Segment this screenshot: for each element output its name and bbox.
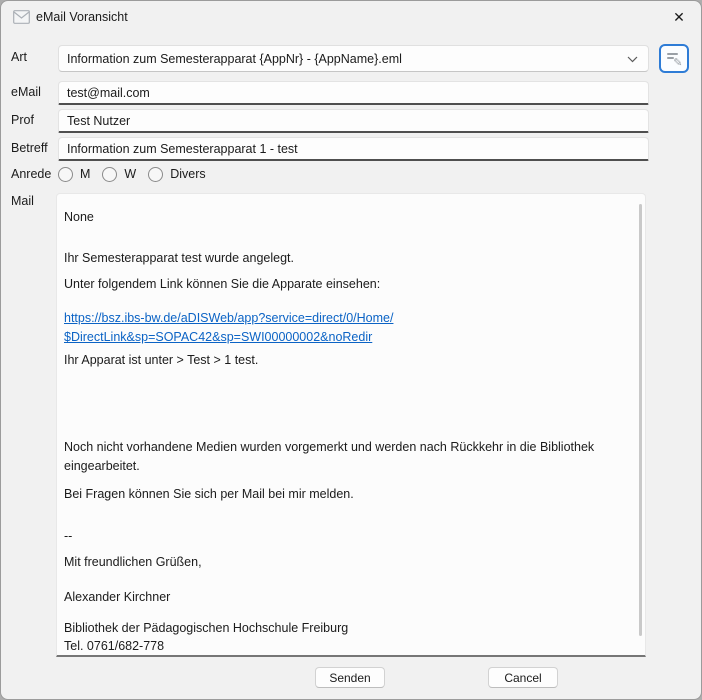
mail-paragraph-pending: Noch nicht vorhandene Medien wurden vorg… xyxy=(64,438,631,476)
chevron-down-icon xyxy=(627,56,638,63)
mail-scrollbar[interactable] xyxy=(639,204,642,636)
edit-template-button[interactable]: ✎ xyxy=(659,44,689,73)
email-label: eMail xyxy=(11,85,41,99)
mail-paragraph-created: Ihr Semesterapparat test wurde angelegt. xyxy=(64,249,631,268)
anrede-radio-group: M W Divers xyxy=(58,165,206,183)
anrede-label: Anrede xyxy=(11,167,51,181)
mail-label: Mail xyxy=(11,194,34,208)
radio-option-m[interactable]: M xyxy=(58,167,90,182)
window-title: eMail Voransicht xyxy=(36,10,128,24)
betreff-label: Betreff xyxy=(11,141,48,155)
art-label: Art xyxy=(11,50,27,64)
mail-paragraph-greeting: Mit freundlichen Grüßen, xyxy=(64,553,631,572)
radio-option-divers[interactable]: Divers xyxy=(148,167,205,182)
radio-w-label: W xyxy=(124,167,136,181)
radio-option-w[interactable]: W xyxy=(102,167,136,182)
cancel-button[interactable]: Cancel xyxy=(488,667,558,688)
mail-paragraph-location: Ihr Apparat ist unter > Test > 1 test. xyxy=(64,351,631,370)
mail-paragraph-link: https://bsz.ibs-bw.de/aDISWeb/app?servic… xyxy=(64,309,631,347)
prof-label: Prof xyxy=(11,113,34,127)
mail-paragraph-link-intro: Unter folgendem Link können Sie die Appa… xyxy=(64,275,631,294)
mail-body-preview[interactable]: None Ihr Semesterapparat test wurde ange… xyxy=(56,193,646,657)
email-input[interactable] xyxy=(58,81,649,105)
template-combobox[interactable]: Information zum Semesterapparat {AppNr} … xyxy=(58,45,649,72)
combobox-selected-value: Information zum Semesterapparat {AppNr} … xyxy=(67,52,402,66)
radio-divers-label: Divers xyxy=(170,167,205,181)
edit-note-icon: ✎ xyxy=(667,51,682,66)
title-bar: eMail Voransicht ✕ xyxy=(1,1,701,33)
email-preview-dialog: eMail Voransicht ✕ Art Information zum S… xyxy=(0,0,702,700)
mail-paragraph-sender: Alexander Kirchner xyxy=(64,588,631,607)
radio-m-label: M xyxy=(80,167,90,181)
mail-paragraph-organisation: Bibliothek der Pädagogischen Hochschule … xyxy=(64,619,631,655)
apparate-link[interactable]: https://bsz.ibs-bw.de/aDISWeb/app?servic… xyxy=(64,311,393,344)
radio-w-circle[interactable] xyxy=(102,167,117,182)
radio-m-circle[interactable] xyxy=(58,167,73,182)
mail-paragraph-none: None xyxy=(64,208,631,227)
radio-divers-circle[interactable] xyxy=(148,167,163,182)
close-button[interactable]: ✕ xyxy=(663,2,695,32)
mail-paragraph-questions: Bei Fragen können Sie sich per Mail bei … xyxy=(64,485,631,504)
envelope-icon xyxy=(13,10,30,24)
betreff-input[interactable] xyxy=(58,137,649,161)
mail-paragraph-sig-divider: -- xyxy=(64,527,631,546)
send-button[interactable]: Senden xyxy=(315,667,385,688)
prof-input[interactable] xyxy=(58,109,649,133)
